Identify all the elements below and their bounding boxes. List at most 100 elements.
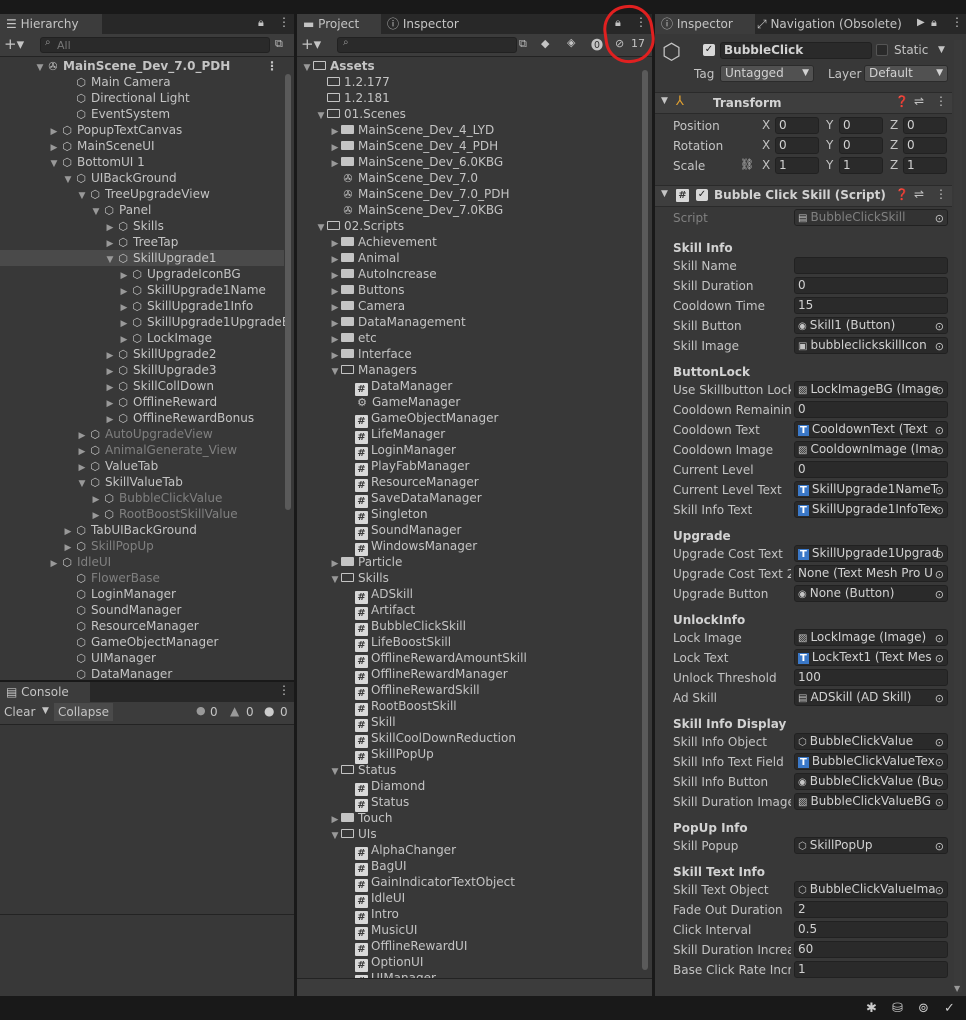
transform-position-y-field[interactable]: 0 (839, 117, 883, 134)
hierarchy-row[interactable]: ▶ ⬡ RootBoostSkillValue (0, 506, 284, 522)
project-row[interactable]: # BagUI (297, 858, 637, 876)
object-name-field[interactable]: BubbleClick (720, 42, 872, 59)
help-icon[interactable]: ❓ (895, 95, 909, 108)
upgrade-cost-text-field[interactable]: T SkillUpgrade1Upgrad ⊙ (794, 545, 948, 562)
project-row[interactable]: # Status (297, 794, 637, 812)
foldout-arrow-icon[interactable]: ▼ (661, 189, 668, 199)
skill-info-text-field[interactable]: T SkillUpgrade1InfoTex ⊙ (794, 501, 948, 518)
project-row[interactable]: ✇ MainScene_Dev_7.0KBG (297, 202, 637, 218)
inspector-scrollbar[interactable] (954, 40, 962, 992)
hierarchy-row[interactable]: ▼ ⬡ SkillUpgrade1 (0, 250, 284, 266)
object-picker-icon[interactable]: ⊙ (935, 587, 944, 601)
tab-project[interactable]: ▬ Project (297, 14, 381, 34)
project-row[interactable]: # SkillCoolDownReduction (297, 730, 637, 748)
skill-name-field[interactable] (794, 257, 948, 274)
project-row[interactable]: # Skill (297, 714, 637, 732)
hierarchy-row[interactable]: ▶ ⬡ OfflineRewardBonus (0, 410, 284, 426)
skill-info-button-field[interactable]: ◉ BubbleClickValue (Bu ⊙ (794, 773, 948, 790)
skill-image-field[interactable]: ▣ bubbleclickskillIcon ⊙ (794, 337, 948, 354)
static-checkbox[interactable] (876, 44, 888, 56)
project-row[interactable]: # OfflineRewardSkill (297, 682, 637, 700)
project-row[interactable]: # SoundManager (297, 522, 637, 540)
transform-header[interactable]: ▼ ⅄ Transform ❓ ⇌ ⋮ (655, 92, 952, 114)
hierarchy-row[interactable]: ⬡ LoginManager (0, 586, 284, 602)
hierarchy-row[interactable]: ▶ ⬡ TabUIBackGround (0, 522, 284, 538)
object-picker-icon[interactable]: ⊙ (935, 383, 944, 397)
project-row[interactable]: ▶ Buttons (297, 282, 637, 298)
click-interval-field[interactable]: 0.5 (794, 921, 948, 938)
project-row[interactable]: # DataManager (297, 378, 637, 396)
collapse-button[interactable]: Collapse (54, 703, 113, 721)
axis-y-label[interactable]: Y (826, 118, 833, 132)
tab-inspector[interactable]: ⓘ Inspector (655, 14, 755, 34)
project-row[interactable]: # WindowsManager (297, 538, 637, 556)
skill-text-object-field[interactable]: ⬡ BubbleClickValueIma ⊙ (794, 881, 948, 898)
project-row[interactable]: ▼ Managers (297, 362, 637, 378)
more-menu-icon[interactable]: ⋮ (266, 58, 278, 74)
cooldown-text-field[interactable]: T CooldownText (Text ⊙ (794, 421, 948, 438)
project-row[interactable]: # BubbleClickSkill (297, 618, 637, 636)
help-icon[interactable]: ❓ (895, 188, 909, 201)
scene-filter-icon[interactable]: ⧉ (275, 37, 283, 51)
object-picker-icon[interactable]: ⊙ (935, 423, 944, 437)
project-row[interactable]: # Diamond (297, 778, 637, 796)
project-row[interactable]: 1.2.177 (297, 74, 637, 90)
project-row[interactable]: ▼ Assets (297, 58, 637, 74)
current-level-field[interactable]: 0 (794, 461, 948, 478)
hierarchy-row[interactable]: ▼ ⬡ SkillValueTab (0, 474, 284, 490)
network-icon[interactable]: ⊚ (918, 1001, 929, 1016)
object-picker-icon[interactable]: ⊙ (935, 567, 944, 581)
axis-y-label[interactable]: Y (826, 158, 833, 172)
skill-duration-image-field[interactable]: ▨ BubbleClickValueBG ⊙ (794, 793, 948, 810)
bug-icon[interactable]: ✱ (866, 1001, 877, 1016)
skill-popup-field[interactable]: ⬡ SkillPopUp ⊙ (794, 837, 948, 854)
fade-out-duration-field[interactable]: 2 (794, 901, 948, 918)
current-level-text-field[interactable]: T SkillUpgrade1NameT ⊙ (794, 481, 948, 498)
project-row[interactable]: # Artifact (297, 602, 637, 620)
hierarchy-row[interactable]: ▶ ⬡ AnimalGenerate_View (0, 442, 284, 458)
object-picker-icon[interactable]: ⊙ (935, 691, 944, 705)
hierarchy-row[interactable]: ⬡ Directional Light (0, 90, 284, 106)
project-row[interactable]: ▶ Camera (297, 298, 637, 314)
project-row[interactable]: # ResourceManager (297, 474, 637, 492)
active-checkbox[interactable]: ✓ (703, 44, 715, 56)
project-row[interactable]: # OfflineRewardUI (297, 938, 637, 956)
lock-image-field[interactable]: ▨ LockImage (Image) ⊙ (794, 629, 948, 646)
project-row[interactable]: ▶ Achievement (297, 234, 637, 250)
project-row[interactable]: # Intro (297, 906, 637, 924)
ad-skill-field[interactable]: ▤ ADSkill (AD Skill) ⊙ (794, 689, 948, 706)
lock-text-field[interactable]: T LockText1 (Text Mes ⊙ (794, 649, 948, 666)
skill-duration-increas-field[interactable]: 60 (794, 941, 948, 958)
project-row[interactable]: # SaveDataManager (297, 490, 637, 508)
tab-hierarchy[interactable]: ☰ Hierarchy (0, 14, 102, 34)
transform-scale-x-field[interactable]: 1 (775, 157, 819, 174)
more-menu-icon[interactable]: ⋮ (935, 94, 947, 108)
project-row[interactable]: ▶ Particle (297, 554, 637, 570)
project-row[interactable]: ▶ AutoIncrease (297, 266, 637, 282)
skill-button-field[interactable]: ◉ Skill1 (Button) ⊙ (794, 317, 948, 334)
project-row[interactable]: # OptionUI (297, 954, 637, 972)
project-row[interactable]: # MusicUI (297, 922, 637, 940)
project-row[interactable]: ▼ Status (297, 762, 637, 778)
cooldown-time-field[interactable]: 15 (794, 297, 948, 314)
project-row[interactable]: # ADSkill (297, 586, 637, 604)
hierarchy-row[interactable]: ▶ ⬡ SkillUpgrade1Name (0, 282, 284, 298)
axis-z-label[interactable]: Z (890, 158, 898, 172)
project-row[interactable]: ▼ 02.Scripts (297, 218, 637, 234)
transform-scale-y-field[interactable]: 1 (839, 157, 883, 174)
lock-icon[interactable]: 🔒︎ (931, 16, 937, 30)
project-row[interactable]: # OfflineRewardManager (297, 666, 637, 684)
presets-icon[interactable]: ⇌ (914, 187, 924, 201)
hierarchy-row[interactable]: ⬡ FlowerBase (0, 570, 284, 586)
base-click-rate-incre-field[interactable]: 1 (794, 961, 948, 978)
axis-x-label[interactable]: X (762, 138, 770, 152)
object-picker-icon[interactable]: ⊙ (935, 503, 944, 517)
script-component-header[interactable]: ▼ # ✓ Bubble Click Skill (Script) ❓ ⇌ ⋮ (655, 185, 952, 207)
object-picker-icon[interactable]: ⊙ (935, 443, 944, 457)
project-row[interactable]: # LifeManager (297, 426, 637, 444)
package-alert-icon[interactable]: ⓿ (591, 36, 603, 53)
hierarchy-row[interactable]: ▶ ⬡ Skills (0, 218, 284, 234)
transform-position-z-field[interactable]: 0 (903, 117, 947, 134)
project-row[interactable]: ▶ MainScene_Dev_4_LYD (297, 122, 637, 138)
object-picker-icon[interactable]: ⊙ (935, 839, 944, 853)
